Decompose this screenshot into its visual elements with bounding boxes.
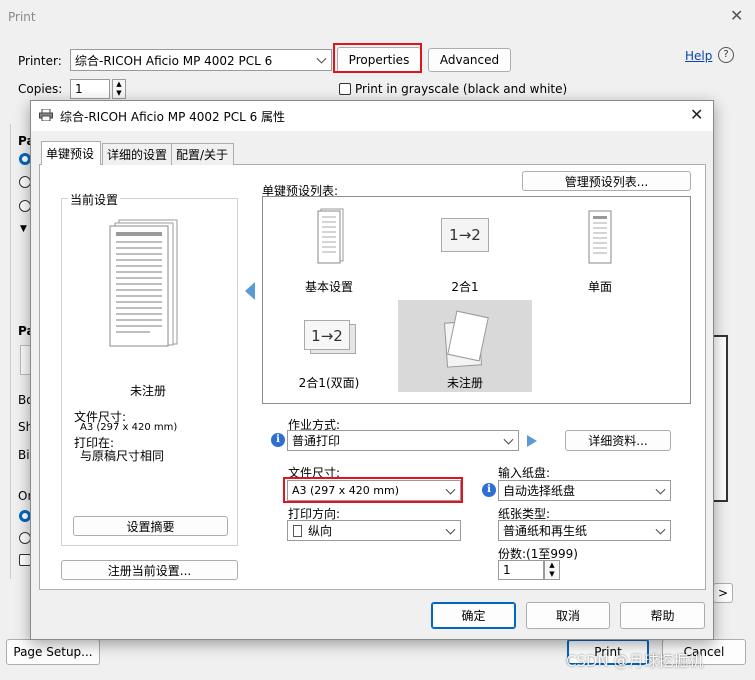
tab-quick-preset[interactable]: 单键预设 bbox=[41, 141, 101, 165]
tab-label: 配置/关于 bbox=[176, 148, 229, 162]
preview-frame-fragment bbox=[713, 335, 728, 502]
orientation-value: 纵向 bbox=[308, 524, 333, 538]
preset-caption: 2合1(双面) bbox=[298, 376, 360, 390]
details-button-label: 详细资料... bbox=[588, 434, 648, 448]
document-preview-icon bbox=[105, 218, 180, 348]
cancel-button[interactable]: 取消 bbox=[526, 602, 610, 629]
cancel-button-label: 取消 bbox=[555, 609, 580, 623]
printer-label: Printer: bbox=[18, 54, 62, 68]
tab-detailed-settings[interactable]: 详细的设置 bbox=[102, 143, 172, 165]
paper-type-value: 普通纸和再生纸 bbox=[503, 524, 588, 538]
help-button[interactable]: 帮助 bbox=[620, 602, 705, 629]
collapse-left-arrow-icon[interactable] bbox=[245, 282, 255, 300]
info-icon: i bbox=[482, 483, 496, 497]
copies-input[interactable]: 1 bbox=[70, 79, 110, 99]
chevron-down-icon bbox=[655, 484, 666, 495]
settings-summary-label: 设置摘要 bbox=[126, 519, 175, 534]
preset-item-single[interactable]: 单面 bbox=[533, 204, 667, 296]
unregistered-page-icon bbox=[440, 310, 490, 368]
document-stack-icon bbox=[312, 208, 346, 264]
summary-paper-size-value: A3 (297 x 420 mm) bbox=[80, 422, 178, 433]
properties-dialog-title: 综合-RICOH Aficio MP 4002 PCL 6 属性 bbox=[60, 110, 286, 124]
duplex-front-page: 1→2 bbox=[304, 320, 350, 350]
tab-label: 单键预设 bbox=[46, 147, 95, 161]
manage-presets-button[interactable]: 管理预设列表... bbox=[522, 171, 691, 191]
two-in-one-duplex-icon: 1→2 bbox=[304, 320, 356, 354]
properties-highlight-box bbox=[333, 43, 422, 73]
ok-button-label: 确定 bbox=[461, 609, 486, 623]
close-icon[interactable]: ✕ bbox=[730, 6, 743, 25]
help-button-label: 帮助 bbox=[650, 609, 675, 623]
input-tray-value: 自动选择纸盘 bbox=[503, 484, 576, 498]
preset-caption: 基本设置 bbox=[304, 280, 353, 294]
chevron-down-icon bbox=[445, 524, 456, 535]
chevron-down-icon bbox=[655, 524, 666, 535]
two-in-one-glyph: 1→2 bbox=[311, 327, 343, 345]
summary-print-on-value: 与原稿尺寸相同 bbox=[80, 449, 165, 463]
ok-button[interactable]: 确定 bbox=[431, 602, 516, 629]
manage-presets-label: 管理预设列表... bbox=[564, 174, 649, 189]
printer-icon bbox=[39, 108, 53, 122]
preset-item-basic[interactable]: 基本设置 bbox=[262, 204, 396, 296]
advanced-button[interactable]: Advanced bbox=[428, 48, 511, 72]
two-in-one-icon: 1→2 bbox=[441, 218, 489, 252]
props-copies-spinner[interactable]: ▲ ▼ bbox=[544, 560, 560, 580]
watermark: CSDN @月球挖掘机 bbox=[566, 652, 704, 670]
preset-caption: 单面 bbox=[587, 280, 612, 294]
job-type-select[interactable]: 普通打印 bbox=[287, 430, 519, 451]
page-setup-label: Page Setup... bbox=[13, 645, 93, 659]
register-settings-button[interactable]: 注册当前设置... bbox=[61, 560, 238, 580]
chevron-down-icon bbox=[316, 53, 327, 64]
grayscale-checkbox[interactable] bbox=[339, 83, 351, 95]
section-fragment: Bi bbox=[18, 448, 30, 462]
play-arrow-icon[interactable] bbox=[527, 435, 537, 447]
tab-config-about[interactable]: 配置/关于 bbox=[172, 143, 234, 165]
copies-spinner[interactable]: ▲ ▼ bbox=[112, 79, 126, 99]
info-icon: i bbox=[271, 433, 285, 447]
print-dialog-title: Print bbox=[8, 10, 36, 24]
printer-select[interactable]: 综合-RICOH Aficio MP 4002 PCL 6 bbox=[70, 49, 332, 71]
props-copies-value: 1 bbox=[503, 563, 511, 577]
page-setup-button[interactable]: Page Setup... bbox=[6, 639, 100, 665]
tab-label: 详细的设置 bbox=[107, 148, 168, 162]
preset-item-unregistered-selected[interactable]: 未注册 bbox=[398, 300, 532, 392]
copies-value: 1 bbox=[75, 82, 83, 96]
details-button[interactable]: 详细资料... bbox=[565, 430, 671, 451]
current-settings-title: 当前设置 bbox=[68, 191, 121, 208]
chevron-down-icon bbox=[503, 434, 514, 445]
paper-type-select[interactable]: 普通纸和再生纸 bbox=[498, 520, 671, 541]
register-settings-label: 注册当前设置... bbox=[107, 563, 192, 578]
next-page-button[interactable]: > bbox=[713, 583, 733, 603]
expand-arrow-icon[interactable]: ▼ bbox=[20, 224, 27, 234]
two-in-one-glyph: 1→2 bbox=[449, 226, 481, 244]
preset-item-2in1-duplex[interactable]: 1→2 2合1(双面) bbox=[262, 300, 396, 392]
preset-caption: 未注册 bbox=[446, 376, 483, 390]
input-tray-label: 输入纸盘: bbox=[498, 466, 551, 480]
help-icon[interactable]: ? bbox=[718, 47, 734, 63]
props-copies-input[interactable]: 1 bbox=[498, 560, 544, 580]
printer-value: 综合-RICOH Aficio MP 4002 PCL 6 bbox=[75, 53, 273, 68]
preview-name: 未注册 bbox=[130, 384, 167, 398]
close-icon[interactable]: ✕ bbox=[690, 105, 703, 124]
paper-size-highlight-box bbox=[283, 477, 463, 503]
preset-item-2in1[interactable]: 1→2 2合1 bbox=[398, 204, 532, 296]
grayscale-label: Print in grayscale (black and white) bbox=[355, 82, 568, 96]
advanced-button-label: Advanced bbox=[439, 53, 500, 67]
input-tray-select[interactable]: 自动选择纸盘 bbox=[498, 480, 671, 501]
settings-summary-button[interactable]: 设置摘要 bbox=[73, 516, 228, 536]
preset-caption: 2合1 bbox=[451, 280, 479, 294]
help-link[interactable]: Help bbox=[685, 49, 712, 63]
job-type-value: 普通打印 bbox=[292, 434, 341, 448]
copies-label: Copies: bbox=[18, 82, 63, 96]
single-page-icon bbox=[583, 208, 617, 264]
orientation-select[interactable]: 纵向 bbox=[287, 520, 461, 541]
portrait-page-icon bbox=[293, 525, 302, 537]
